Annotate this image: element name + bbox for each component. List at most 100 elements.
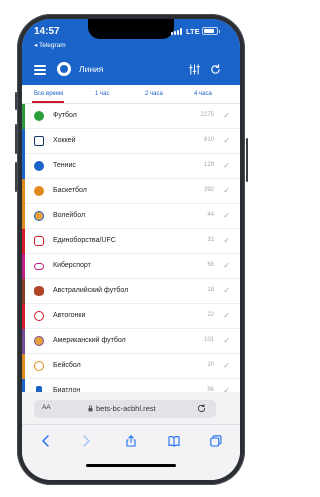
row-accent [22,179,25,204]
app-header: Линия [22,55,240,85]
back-to-app-link[interactable]: ◂ Telegram [34,41,66,49]
tab-2-hours[interactable]: 2 часа [145,91,163,97]
tabs-icon[interactable] [210,435,222,447]
checkmark-icon: ✓ [223,136,230,145]
sport-row-volleyball[interactable]: Волейбол 44 ✓ [22,204,240,229]
network-type: LTE [186,27,200,36]
notch [88,19,174,39]
event-count: 2275 [200,112,214,118]
event-count: 20 [207,362,214,368]
sport-name: Единоборства/UFC [53,237,116,244]
soccer-ball-icon [34,111,44,121]
checkmark-icon: ✓ [223,236,230,245]
sport-name: Киберспорт [53,262,91,269]
menu-icon[interactable] [34,65,46,75]
home-indicator[interactable] [86,464,176,467]
sport-row-football[interactable]: Футбол 2275 ✓ [22,104,240,129]
volleyball-icon [34,211,44,221]
row-accent [22,204,25,229]
filter-icon[interactable] [189,64,200,75]
battery-icon [202,27,220,35]
sport-name: Футбол [53,112,77,119]
row-accent [22,279,25,304]
tab-1-hour[interactable]: 1 час [95,91,109,97]
row-accent [22,129,25,154]
sport-row-aussie-football[interactable]: Австралийский футбол 18 ✓ [22,279,240,304]
sport-row-hockey[interactable]: Хоккей 810 ✓ [22,129,240,154]
event-count: 68 [207,262,214,268]
event-count: 810 [203,137,214,143]
address-bar[interactable]: AA bets-bc-acbhl.rest [34,400,216,418]
refresh-icon[interactable] [210,64,221,75]
checkmark-icon: ✓ [223,311,230,320]
baseball-icon [34,361,44,371]
checkmark-icon: ✓ [223,336,230,345]
row-accent [22,229,25,254]
sport-name: Волейбол [53,212,86,219]
sport-row-ufc[interactable]: Единоборства/UFC 31 ✓ [22,229,240,254]
tab-all-time[interactable]: Все время [34,91,63,97]
sport-name: Автогонки [53,312,86,319]
status-time: 14:57 [34,26,60,37]
signal-icon [171,28,183,35]
event-count: 101 [203,337,214,343]
sport-row-american-football[interactable]: Американский футбол 101 ✓ [22,329,240,354]
row-accent [22,154,25,179]
sport-name: Хоккей [53,137,76,144]
share-icon[interactable] [125,435,137,447]
row-accent [22,104,25,129]
event-count: 44 [207,212,214,218]
phone-screen: 14:57 ◂ Telegram LTE Линия Все время 1 ч… [22,19,240,480]
event-count: 392 [203,187,214,193]
time-filter-tabs: Все время 1 час 2 часа 4 часа [22,85,240,104]
sport-row-baseball[interactable]: Бейсбол 20 ✓ [22,354,240,379]
race-car-icon [34,311,44,321]
browser-toolbar [22,424,240,480]
lock-icon [88,405,93,412]
sport-name: Американский футбол [53,337,126,344]
forward-arrow-icon[interactable] [80,435,92,447]
basketball-icon [34,186,44,196]
boxing-glove-icon [34,236,44,246]
aussie-football-icon [34,286,44,296]
side-button-left-1 [15,92,17,110]
checkmark-icon: ✓ [223,161,230,170]
tab-4-hours[interactable]: 4 часа [194,91,212,97]
event-count: 31 [207,237,214,243]
sport-row-tennis[interactable]: Теннис 129 ✓ [22,154,240,179]
event-count: 18 [207,287,214,293]
page-title: Линия [79,64,104,74]
row-accent [22,304,25,329]
sport-name: Баскетбол [53,187,87,194]
sport-row-esports[interactable]: Киберспорт 68 ✓ [22,254,240,279]
sport-name: Бейсбол [53,362,81,369]
gamepad-icon [34,263,44,270]
side-button-left-3 [15,162,17,192]
sport-name: Австралийский футбол [53,287,129,294]
checkmark-icon: ✓ [223,286,230,295]
row-accent [22,254,25,279]
logo-icon [57,62,71,76]
side-button-left-2 [15,124,17,154]
text-size-button[interactable]: AA [42,404,51,411]
reload-icon[interactable] [197,404,206,413]
side-button-right [246,138,248,182]
tennis-ball-icon [34,161,44,171]
checkmark-icon: ✓ [223,111,230,120]
sport-row-motorsport[interactable]: Автогонки 22 ✓ [22,304,240,329]
event-count: 22 [207,312,214,318]
active-tab-indicator [32,101,64,103]
sport-name: Теннис [53,162,76,169]
checkmark-icon: ✓ [223,211,230,220]
checkmark-icon: ✓ [223,361,230,370]
row-accent [22,354,25,379]
bookmarks-icon[interactable] [168,435,180,447]
checkmark-icon: ✓ [223,186,230,195]
back-arrow-icon[interactable] [40,435,52,447]
checkmark-icon: ✓ [223,261,230,270]
row-accent [22,329,25,354]
browser-address-area: AA bets-bc-acbhl.rest [22,392,240,424]
url-text: bets-bc-acbhl.rest [96,404,156,413]
helmet-icon [34,336,44,346]
sport-row-basketball[interactable]: Баскетбол 392 ✓ [22,179,240,204]
